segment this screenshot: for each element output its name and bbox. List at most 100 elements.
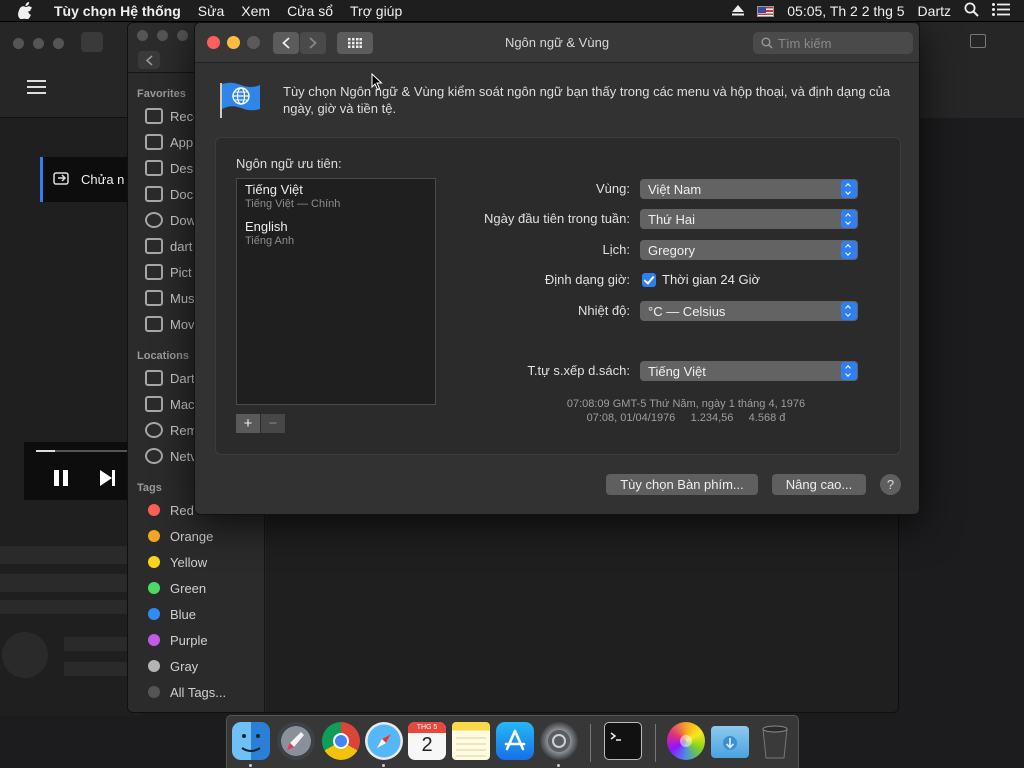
flag-globe-icon bbox=[219, 81, 261, 119]
forward-button[interactable] bbox=[300, 32, 326, 54]
region-popup[interactable]: Việt Nam bbox=[640, 179, 858, 199]
tag-label: Blue bbox=[170, 606, 197, 622]
back-button[interactable] bbox=[81, 32, 103, 52]
sidebar-item-pictures[interactable]: Pict bbox=[145, 261, 192, 283]
menu-clock[interactable]: 05:05, Th 2 2 thg 5 bbox=[787, 3, 904, 19]
first-day-popup[interactable]: Thứ Hai bbox=[640, 209, 858, 229]
preferred-languages-label: Ngôn ngữ ưu tiên: bbox=[236, 156, 342, 171]
sidebar-tag-yellow[interactable]: Yellow bbox=[145, 551, 207, 573]
help-button[interactable]: ? bbox=[880, 474, 901, 495]
finder-close-button[interactable] bbox=[137, 30, 148, 41]
minimize-button[interactable] bbox=[33, 38, 44, 49]
language-subtitle: Tiếng Anh bbox=[245, 235, 295, 247]
close-button[interactable] bbox=[207, 36, 220, 49]
menu-user[interactable]: Dartz bbox=[918, 3, 951, 19]
notification-center-icon[interactable] bbox=[992, 3, 1010, 19]
format-sample-line-2: 07:08, 01/04/1976 1.234,56 4.568 đ bbox=[586, 412, 786, 424]
downloads-folder-icon[interactable] bbox=[711, 726, 749, 758]
sidebar-item-disk[interactable]: Mac bbox=[145, 393, 195, 415]
list-item[interactable]: Tiếng Việt Tiếng Việt — Chính bbox=[245, 182, 340, 210]
spotlight-icon[interactable] bbox=[964, 2, 979, 20]
finder-zoom-button[interactable] bbox=[177, 30, 188, 41]
tag-label: Yellow bbox=[170, 554, 208, 570]
hamburger-menu-icon[interactable] bbox=[27, 80, 46, 94]
app-store-icon[interactable] bbox=[496, 722, 534, 760]
launchpad-rocket-icon[interactable] bbox=[277, 722, 315, 760]
temperature-popup[interactable]: °C — Celsius bbox=[640, 301, 858, 321]
playback-progress-bar[interactable] bbox=[36, 450, 140, 452]
list-item[interactable]: English Tiếng Anh bbox=[245, 219, 294, 247]
pause-icon[interactable] bbox=[54, 470, 68, 486]
finder-minimize-button[interactable] bbox=[157, 30, 168, 41]
system-preferences-gear-icon[interactable] bbox=[540, 722, 578, 760]
close-button[interactable] bbox=[13, 38, 24, 49]
preferred-languages-list[interactable]: Tiếng Việt Tiếng Việt — Chính English Ti… bbox=[236, 178, 436, 405]
menu-edit[interactable]: Sửa bbox=[198, 3, 225, 19]
search-field[interactable] bbox=[753, 32, 913, 54]
sidebar-tag-purple[interactable]: Purple bbox=[145, 629, 208, 651]
sidebar-item-movies[interactable]: Mov bbox=[145, 313, 195, 335]
eject-icon[interactable] bbox=[732, 3, 745, 19]
notes-icon[interactable] bbox=[452, 722, 490, 760]
minimize-button[interactable] bbox=[227, 36, 240, 49]
language-subtitle: Tiếng Việt — Chính bbox=[245, 198, 341, 210]
duplicate-window-icon[interactable] bbox=[970, 34, 986, 48]
background-app-toolbar bbox=[0, 22, 140, 118]
first-day-value: Thứ Hai bbox=[648, 211, 695, 227]
add-language-button[interactable]: + bbox=[236, 414, 260, 433]
tag-label: Green bbox=[170, 580, 207, 596]
sidebar-item-downloads[interactable]: Dow bbox=[145, 209, 196, 231]
menu-app-name[interactable]: Tùy chọn Hệ thống bbox=[54, 3, 181, 19]
sidebar-tag-blue[interactable]: Blue bbox=[145, 603, 196, 625]
remove-language-button[interactable]: − bbox=[261, 414, 285, 433]
menu-view[interactable]: Xem bbox=[241, 3, 270, 19]
sync-banner[interactable]: Chửa n bbox=[40, 157, 140, 202]
zoom-button[interactable] bbox=[247, 36, 260, 49]
menu-help[interactable]: Trợ giúp bbox=[350, 3, 402, 19]
finder-back-button[interactable] bbox=[138, 51, 160, 69]
photos-icon[interactable] bbox=[667, 722, 705, 760]
show-all-button[interactable] bbox=[337, 32, 373, 54]
trash-icon[interactable] bbox=[756, 722, 794, 760]
24-hour-checkbox-label[interactable]: Thời gian 24 Giờ bbox=[662, 272, 760, 287]
sidebar-tag-green[interactable]: Green bbox=[145, 577, 206, 599]
finder-icon[interactable] bbox=[232, 722, 270, 760]
search-icon bbox=[761, 37, 773, 49]
music-note-icon bbox=[145, 290, 163, 306]
calendar-icon[interactable]: THG 5 2 bbox=[408, 722, 446, 760]
sidebar-tag-orange[interactable]: Orange bbox=[145, 525, 213, 547]
sidebar-tag-red[interactable]: Red bbox=[145, 499, 194, 521]
placeholder-bar bbox=[0, 546, 140, 564]
sidebar-tag-gray[interactable]: Gray bbox=[145, 655, 198, 677]
sidebar-item-remote-disc[interactable]: Rem bbox=[145, 419, 197, 441]
keyboard-preferences-button[interactable]: Tùy chọn Bàn phím... bbox=[606, 474, 758, 495]
sidebar-item-applications[interactable]: App bbox=[145, 131, 193, 153]
apple-menu-icon[interactable] bbox=[18, 0, 38, 22]
chrome-icon[interactable] bbox=[322, 722, 360, 760]
terminal-icon[interactable] bbox=[604, 722, 642, 760]
tag-dot-icon bbox=[148, 530, 160, 542]
sidebar-item-recents[interactable]: Rece bbox=[145, 105, 200, 127]
zoom-button[interactable] bbox=[53, 38, 64, 49]
search-input[interactable] bbox=[778, 35, 908, 51]
sidebar-item-documents[interactable]: Doc bbox=[145, 183, 193, 205]
safari-compass-icon[interactable] bbox=[365, 722, 403, 760]
placeholder-bar bbox=[0, 600, 140, 614]
home-icon bbox=[145, 238, 163, 254]
list-sort-order-popup[interactable]: Tiếng Việt bbox=[640, 361, 858, 381]
grid-icon bbox=[348, 38, 362, 48]
back-button[interactable] bbox=[273, 32, 299, 54]
sidebar-item-music[interactable]: Mus bbox=[145, 287, 195, 309]
sidebar-tag-all[interactable]: All Tags... bbox=[145, 681, 226, 703]
next-track-icon[interactable] bbox=[100, 470, 115, 486]
24-hour-checkbox[interactable] bbox=[642, 273, 656, 287]
calendar-popup[interactable]: Gregory bbox=[640, 240, 858, 260]
sidebar-item-computer[interactable]: Dart bbox=[145, 367, 195, 389]
sidebar-item-home[interactable]: dart bbox=[145, 235, 192, 257]
sidebar-item-desktop[interactable]: Des bbox=[145, 157, 193, 179]
input-source-flag-icon[interactable] bbox=[757, 5, 775, 17]
menu-window[interactable]: Cửa sổ bbox=[287, 3, 333, 19]
sidebar-item-network[interactable]: Netv bbox=[145, 445, 197, 467]
advanced-button[interactable]: Nâng cao... bbox=[772, 474, 866, 495]
sidebar-item-label: dart bbox=[170, 238, 193, 254]
